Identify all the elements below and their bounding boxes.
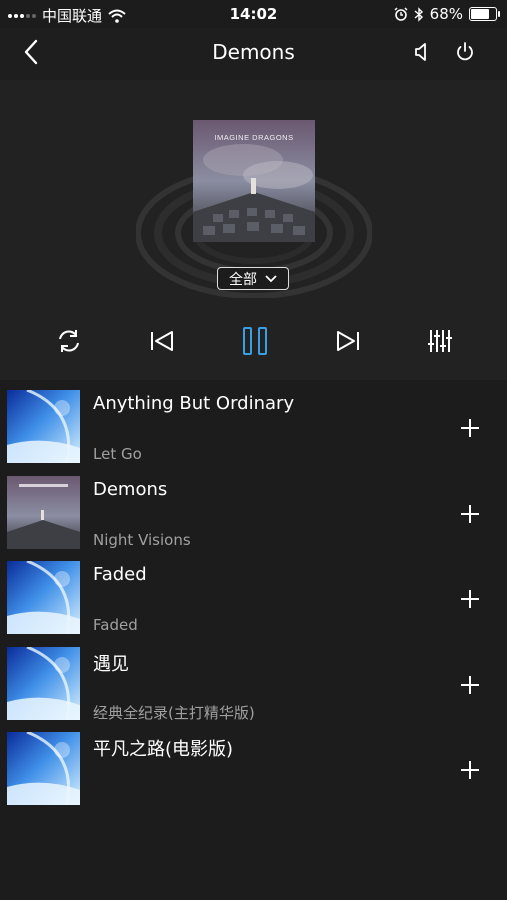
pause-button[interactable]	[239, 325, 271, 357]
equalizer-icon	[428, 330, 452, 352]
chevron-down-icon	[265, 274, 277, 282]
skip-previous-icon	[151, 331, 173, 351]
speaker-icon[interactable]	[410, 40, 434, 64]
next-button[interactable]	[333, 326, 363, 356]
add-icon[interactable]	[458, 587, 482, 611]
song-album: Faded	[93, 616, 138, 634]
song-album: Night Visions	[93, 530, 191, 549]
add-icon[interactable]	[458, 502, 482, 526]
bluetooth-icon	[414, 6, 423, 22]
skip-next-icon	[337, 331, 359, 351]
album-cover-text: IMAGINE DRAGONS	[214, 133, 293, 142]
mode-select-value: 全部	[229, 271, 257, 288]
song-title: Faded	[93, 564, 147, 585]
add-icon[interactable]	[458, 673, 482, 697]
repeat-button[interactable]	[54, 326, 84, 356]
repeat-icon	[59, 330, 79, 352]
song-row[interactable]: 遇见经典全纪录(主打精华版)	[0, 642, 507, 722]
song-title: Demons	[93, 478, 168, 500]
add-icon[interactable]	[458, 758, 482, 782]
player-area: IMAGINE DRAGONS 全部	[0, 80, 507, 380]
add-icon[interactable]	[458, 416, 482, 440]
song-title: 遇见	[93, 653, 129, 675]
song-cover	[7, 732, 80, 805]
mode-select[interactable]: 全部	[217, 267, 289, 290]
song-row[interactable]: Faded Faded	[0, 556, 507, 636]
album-cover: IMAGINE DRAGONS	[193, 120, 315, 242]
equalizer-button[interactable]	[425, 326, 455, 356]
song-row[interactable]: Anything But Ordinary Let Go	[0, 385, 507, 465]
status-right: 68%	[394, 5, 500, 23]
song-title: Anything But Ordinary	[93, 393, 295, 414]
status-bar: 中国联通 14:02 68%	[0, 0, 507, 28]
pause-icon	[243, 327, 267, 355]
alarm-icon	[394, 7, 408, 21]
song-cover	[7, 561, 80, 634]
battery-icon	[469, 7, 500, 21]
previous-button[interactable]	[147, 326, 177, 356]
song-album: 经典全纪录(主打精华版)	[93, 703, 255, 722]
playback-controls	[0, 322, 507, 362]
song-row[interactable]: Demons Night Visions	[0, 471, 507, 551]
song-album: Let Go	[93, 445, 142, 463]
song-row[interactable]: 平凡之路(电影版)	[0, 727, 507, 807]
battery-percent: 68%	[429, 5, 463, 23]
power-icon[interactable]	[453, 40, 477, 64]
song-title: 平凡之路(电影版)	[93, 739, 234, 760]
nav-bar: Demons	[0, 28, 507, 80]
song-cover	[7, 475, 80, 549]
song-cover	[7, 646, 80, 720]
song-cover	[7, 390, 80, 463]
